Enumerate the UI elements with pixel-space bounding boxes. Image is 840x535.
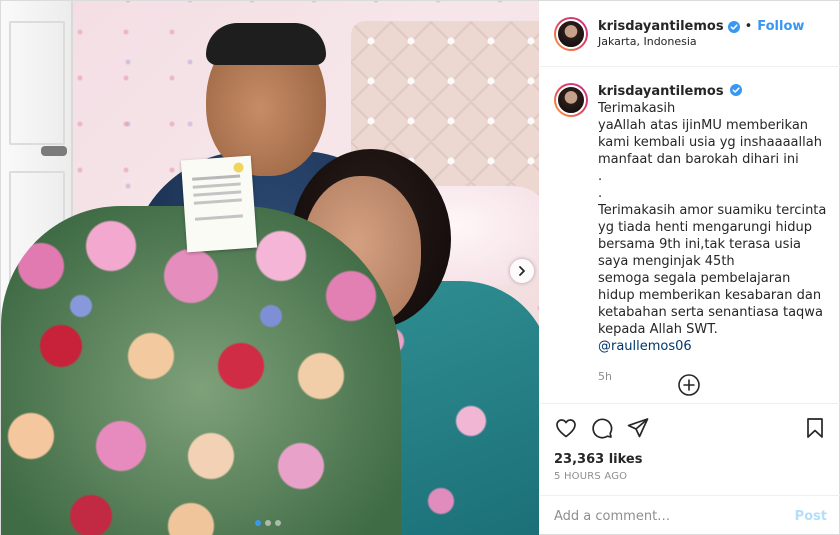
verified-badge-icon: [727, 20, 740, 33]
verified-badge-icon: [729, 84, 742, 96]
post-sidebar: krisdayantilemos • Follow Jakarta, Indon…: [540, 1, 840, 535]
header-row: krisdayantilemos • Follow: [598, 19, 804, 35]
paper-plane-icon[interactable]: [626, 416, 650, 440]
heart-icon[interactable]: [554, 416, 578, 440]
comment-icon[interactable]: [590, 416, 614, 440]
comments-section: krisdayantilemos Terimakasih yaAllah ata…: [540, 67, 840, 412]
chevron-right-icon: [519, 266, 525, 276]
likes-count[interactable]: 23,363 likes: [540, 452, 840, 467]
avatar-image: [556, 85, 586, 115]
carousel-next-button[interactable]: [510, 259, 534, 283]
add-comment-bar: Post: [540, 495, 840, 535]
carousel-dot: [275, 520, 281, 526]
carousel-dot: [255, 520, 261, 526]
flower-bouquet: [1, 206, 401, 535]
avatar-image: [556, 18, 586, 49]
post-header: krisdayantilemos • Follow Jakarta, Indon…: [540, 1, 840, 67]
caption-text: Terimakasih yaAllah atas ijinMU memberik…: [598, 101, 827, 337]
caption: krisdayantilemos Terimakasih yaAllah ata…: [554, 83, 827, 385]
comment-input[interactable]: [554, 508, 795, 524]
carousel-dot: [265, 520, 271, 526]
post-actions-area: 23,363 likes 5 HOURS AGO: [540, 403, 840, 482]
header-text: krisdayantilemos • Follow Jakarta, Indon…: [598, 19, 804, 49]
caption-time[interactable]: 5h: [598, 368, 827, 385]
post-photo[interactable]: [1, 1, 539, 535]
man-hair: [206, 23, 326, 65]
bookmark-icon[interactable]: [803, 416, 827, 440]
caption-username-link[interactable]: krisdayantilemos: [598, 84, 724, 99]
separator-dot: •: [744, 18, 753, 34]
plus-circle-icon[interactable]: [677, 373, 701, 397]
post-comment-button[interactable]: Post: [795, 509, 827, 524]
caption-body: krisdayantilemos Terimakasih yaAllah ata…: [598, 83, 827, 385]
action-bar: [540, 404, 840, 452]
instagram-post: krisdayantilemos • Follow Jakarta, Indon…: [0, 0, 840, 535]
username-link[interactable]: krisdayantilemos: [598, 19, 724, 35]
greeting-card: [180, 155, 258, 253]
post-timestamp[interactable]: 5 HOURS AGO: [540, 467, 840, 482]
avatar[interactable]: [554, 16, 588, 51]
follow-button[interactable]: Follow: [757, 19, 804, 35]
mention-link[interactable]: @raullemos06: [598, 339, 692, 354]
door-handle: [41, 146, 67, 156]
location-link[interactable]: Jakarta, Indonesia: [598, 35, 804, 49]
caption-avatar[interactable]: [554, 83, 588, 117]
carousel-indicators: [255, 520, 281, 526]
